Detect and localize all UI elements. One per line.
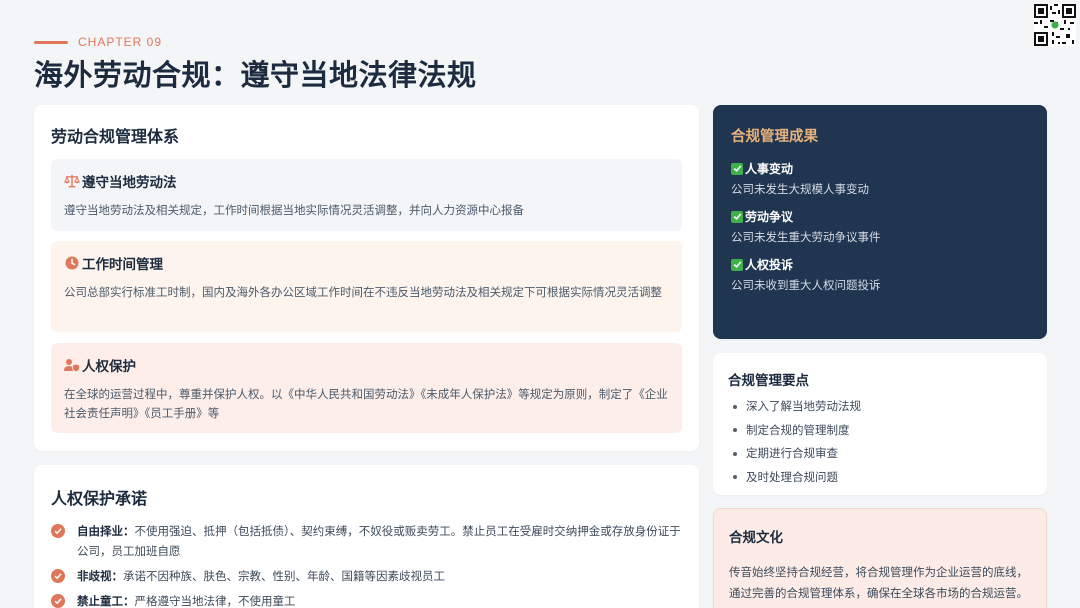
chapter-accent-line [34, 40, 68, 44]
commitments-list: 自由择业：不使用强迫、抵押（包括抵债）、契约束缚，不奴役或贩卖劳工。禁止员工在受… [51, 521, 682, 608]
check-circle-icon [51, 594, 65, 608]
scale-icon [64, 173, 80, 189]
compliance-culture-card: 合规文化 传音始终坚持合规经营，将合规管理作为企业运营的底线，通过完善的合规管理… [713, 508, 1047, 608]
key-points-list: 深入了解当地劳动法规 制定合规的管理制度 定期进行合规审查 及时处理合规问题 [728, 395, 1032, 489]
result-title: 人权投诉 [745, 258, 794, 272]
page-title: 海外劳动合规：遵守当地法律法规 [34, 58, 477, 92]
check-mark-icon [731, 258, 743, 271]
human-rights-commitments-card: 人权保护承诺 自由择业：不使用强迫、抵押（包括抵债）、契约束缚，不奴役或贩卖劳工… [34, 465, 699, 608]
culture-title: 合规文化 [729, 530, 783, 546]
commitment-text: 承诺不因种族、肤色、宗教、性别、年龄、国籍等因素歧视员工 [123, 569, 445, 583]
bullet-icon [733, 428, 737, 433]
commitment-text: 不使用强迫、抵押（包括抵债）、契约束缚，不奴役或贩卖劳工。禁止员工在受雇时交纳押… [77, 524, 681, 558]
clock-icon [64, 255, 80, 271]
commitment-label: 非歧视： [77, 569, 123, 583]
result-item: 人权投诉 公司未收到重大人权问题投诉 [731, 256, 1029, 293]
user-shield-icon [64, 357, 80, 373]
item-description: 遵守当地劳动法及相关规定，工作时间根据当地实际情况灵活调整，并向人力资源中心报备 [64, 203, 524, 217]
page-header: CHAPTER 09 海外劳动合规：遵守当地法律法规 [34, 34, 477, 94]
item-description: 公司总部实行标准工时制，国内及海外各办公区域工作时间在不违反当地劳动法及相关规定… [64, 285, 662, 299]
check-circle-icon [51, 569, 65, 583]
result-description: 公司未收到重大人权问题投诉 [731, 278, 881, 292]
list-item: 自由择业：不使用强迫、抵押（包括抵债）、契约束缚，不奴役或贩卖劳工。禁止员工在受… [51, 521, 682, 561]
item-title: 人权保护 [82, 359, 136, 375]
commitment-text: 严格遵守当地法律，不使用童工 [134, 594, 296, 608]
list-item: 制定合规的管理制度 [728, 419, 1032, 443]
qr-code [1034, 4, 1076, 46]
result-description: 公司未发生大规模人事变动 [731, 182, 869, 196]
check-mark-icon [731, 162, 743, 175]
item-title: 遵守当地劳动法 [82, 175, 177, 191]
list-item: 及时处理合规问题 [728, 466, 1032, 490]
list-item: 深入了解当地劳动法规 [728, 395, 1032, 419]
check-circle-icon [51, 524, 65, 538]
compliance-results-card: 合规管理成果 人事变动 公司未发生大规模人事变动 劳动争议 公司未发生重大劳动争… [713, 105, 1047, 339]
check-mark-icon [731, 210, 743, 223]
key-points-card: 合规管理要点 深入了解当地劳动法规 制定合规的管理制度 定期进行合规审查 及时处… [713, 353, 1047, 495]
result-title: 劳动争议 [745, 210, 794, 224]
system-item-working-hours: 工作时间管理 公司总部实行标准工时制，国内及海外各办公区域工作时间在不违反当地劳… [51, 241, 682, 332]
result-item: 人事变动 公司未发生大规模人事变动 [731, 160, 1029, 197]
system-item-labor-law: 遵守当地劳动法 遵守当地劳动法及相关规定，工作时间根据当地实际情况灵活调整，并向… [51, 159, 682, 231]
key-points-title: 合规管理要点 [728, 373, 809, 389]
section-title: 人权保护承诺 [51, 489, 148, 508]
item-title: 工作时间管理 [82, 257, 163, 273]
list-item: 定期进行合规审查 [728, 442, 1032, 466]
result-title: 人事变动 [745, 162, 794, 176]
bullet-icon [733, 404, 737, 409]
result-description: 公司未发生重大劳动争议事件 [731, 230, 881, 244]
list-item: 禁止童工：严格遵守当地法律，不使用童工 [51, 591, 682, 608]
bullet-icon [733, 475, 737, 480]
chapter-label: CHAPTER 09 [78, 35, 163, 49]
results-title: 合规管理成果 [731, 129, 818, 145]
result-item: 劳动争议 公司未发生重大劳动争议事件 [731, 208, 1029, 245]
section-title: 劳动合规管理体系 [51, 127, 180, 146]
system-item-human-rights: 人权保护 在全球的运营过程中，尊重并保护人权。以《中华人民共和国劳动法》《未成年… [51, 343, 682, 433]
list-item: 非歧视：承诺不因种族、肤色、宗教、性别、年龄、国籍等因素歧视员工 [51, 566, 682, 586]
item-description: 在全球的运营过程中，尊重并保护人权。以《中华人民共和国劳动法》《未成年人保护法》… [64, 387, 668, 420]
culture-text: 传音始终坚持合规经营，将合规管理作为企业运营的底线，通过完善的合规管理体系，确保… [729, 565, 1028, 600]
commitment-label: 禁止童工： [77, 594, 135, 608]
compliance-system-card: 劳动合规管理体系 遵守当地劳动法 遵守当地劳动法及相关规定，工作时间根据当地实际… [34, 105, 699, 451]
commitment-label: 自由择业： [77, 524, 135, 538]
bullet-icon [733, 451, 737, 456]
